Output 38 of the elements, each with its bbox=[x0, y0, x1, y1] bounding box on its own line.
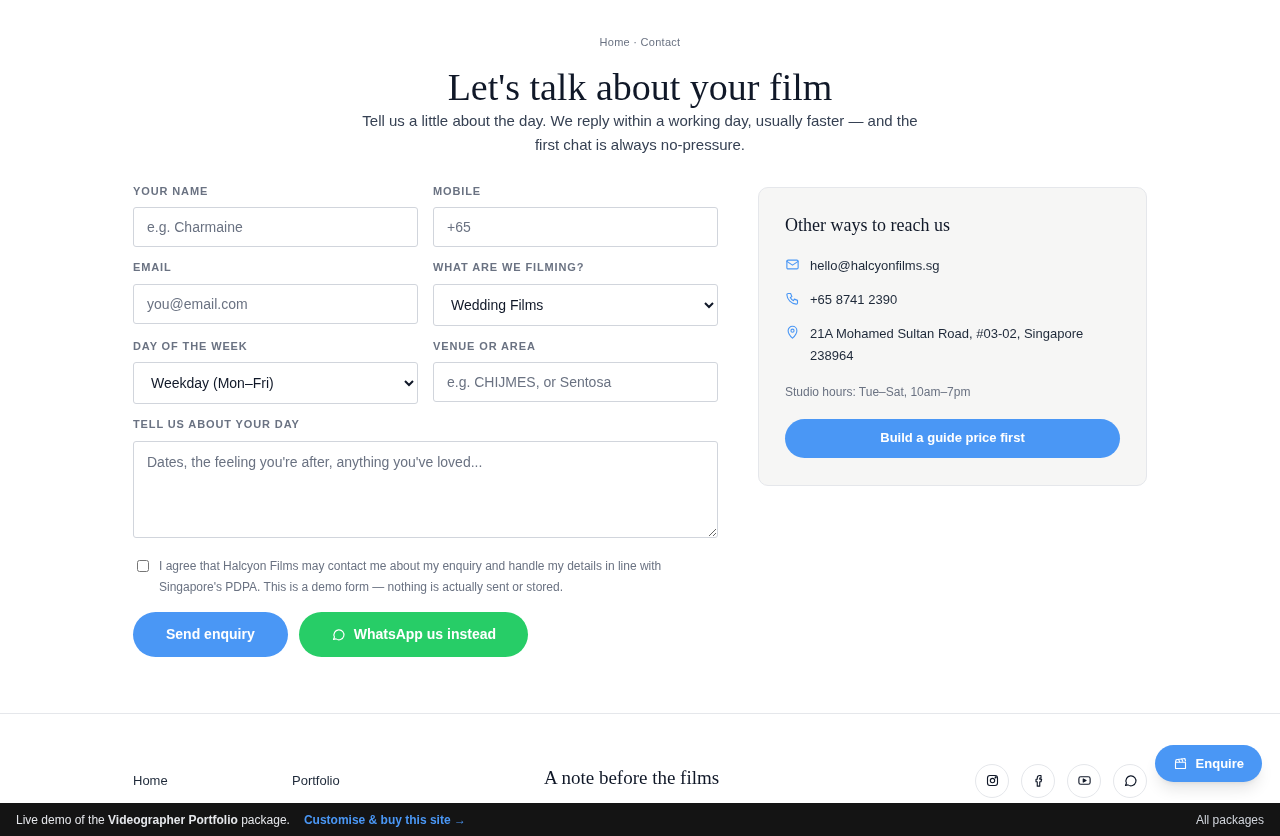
field-label: YOUR NAME bbox=[133, 183, 210, 199]
youtube-icon bbox=[1076, 773, 1092, 788]
buy-site-link[interactable]: Customise & buy this site → bbox=[303, 810, 466, 829]
chat-bubble-icon bbox=[330, 626, 346, 642]
contact-detail: +65 8741 2390 bbox=[810, 290, 899, 309]
message-textarea[interactable]: Dates, the feeling you're after, anything you've loved... bbox=[133, 440, 718, 538]
demo-banner-text: Live demo of the Videographer Portfolio package. bbox=[16, 811, 290, 829]
card-title: Other ways to reach us bbox=[785, 213, 951, 237]
input-field[interactable]: e.g. Charmaine bbox=[133, 207, 418, 247]
phone-icon bbox=[785, 290, 800, 306]
consent-text: I agree that Halcyon Films may contact me about my enquiry and handle my details in line with Singapore's PDPA. This is a demo form — nothing is actually sent or stored. bbox=[159, 557, 663, 596]
select-dropdown[interactable]: Weekday (Mon–Fri) bbox=[133, 362, 418, 404]
map-pin-icon bbox=[785, 324, 800, 340]
field-label: VENUE OR AREA bbox=[433, 338, 537, 354]
field-label: WHAT ARE WE FILMING? bbox=[433, 260, 586, 275]
footer-link[interactable]: Home bbox=[133, 770, 168, 790]
field-label: TELL US ABOUT YOUR DAY bbox=[133, 417, 301, 432]
field-label: EMAIL bbox=[133, 260, 173, 275]
input-field[interactable]: +65 bbox=[433, 207, 718, 247]
input-field[interactable]: you@email.com bbox=[133, 283, 418, 324]
all-packages-link[interactable]: All packages bbox=[1195, 810, 1264, 829]
field-label: MOBILE bbox=[433, 183, 483, 199]
contact-detail: 21A Mohamed Sultan Road, #03-02, Singapore 238964 bbox=[810, 324, 1085, 365]
consent-checkbox[interactable] bbox=[137, 559, 149, 572]
chat-bubble-icon bbox=[1122, 773, 1138, 788]
studio-hours: Studio hours: Tue–Sat, 10am–7pm bbox=[785, 383, 972, 401]
field-label: DAY OF THE WEEK bbox=[133, 338, 249, 354]
page-heading: Let's talk about your film bbox=[447, 64, 833, 110]
footer-link[interactable]: Portfolio bbox=[292, 770, 340, 790]
mail-icon bbox=[785, 256, 800, 272]
select-dropdown[interactable]: Wedding Films bbox=[433, 283, 718, 326]
contact-detail: hello@halcyonfilms.sg bbox=[810, 256, 941, 275]
instagram-icon bbox=[984, 773, 1000, 788]
breadcrumb: Home · Contact bbox=[599, 35, 681, 50]
input-field[interactable]: e.g. CHIJMES, or Sentosa bbox=[433, 362, 718, 402]
newsletter-title: A note before the films bbox=[544, 765, 720, 790]
clapperboard-icon bbox=[1172, 756, 1188, 771]
intro-text: Tell us a little about the day. We reply within a working day, usually faster — and the first chat is always no-pressure. bbox=[361, 110, 919, 155]
